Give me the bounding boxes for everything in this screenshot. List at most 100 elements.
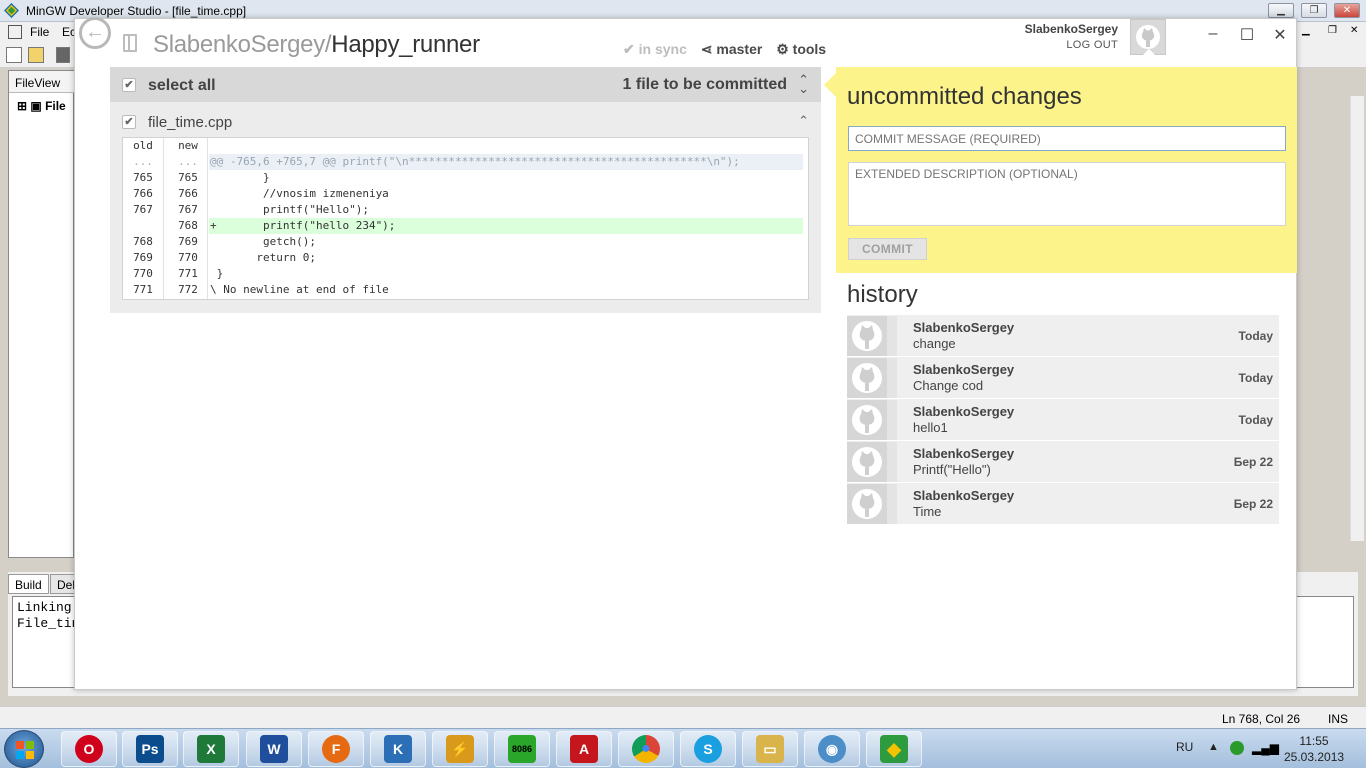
commit-button[interactable]: COMMIT <box>848 238 927 260</box>
taskbar-app-explorer[interactable]: ▭ <box>742 731 798 767</box>
diff-line-new: 769 <box>178 235 198 248</box>
history-avatar <box>847 484 887 524</box>
diff-header-new: new <box>178 139 198 152</box>
select-all-label[interactable]: select all <box>148 77 216 95</box>
history-item[interactable]: SlabenkoSergey hello1 Today <box>847 399 1279 441</box>
history-item[interactable]: SlabenkoSergey change Today <box>847 315 1279 357</box>
taskbar: O Ps X W F K ⚡ 8086 A ● S ▭ ◉ ◆ RU ▲ ▂▄▆… <box>0 728 1366 768</box>
diff-row: 767 767 printf("Hello"); <box>123 202 808 218</box>
tools-menu[interactable]: ⚙ tools <box>776 41 826 57</box>
fileview-tab[interactable]: FileView <box>9 71 75 93</box>
bg-close-button[interactable]: ✕ <box>1334 3 1360 18</box>
taskbar-app-blue[interactable]: K <box>370 731 426 767</box>
history-avatar <box>847 358 887 398</box>
gh-minimize-icon[interactable]: – <box>1203 25 1223 43</box>
history-author: SlabenkoSergey <box>913 320 1015 335</box>
diff-code: } <box>210 267 224 280</box>
mdi-doc-icon <box>8 25 22 39</box>
history-avatar-tab <box>887 316 897 356</box>
select-all-checkbox[interactable]: ✔ <box>122 78 136 92</box>
history-avatar-tab <box>887 484 897 524</box>
language-indicator[interactable]: RU <box>1176 740 1193 754</box>
user-avatar[interactable] <box>1130 19 1166 55</box>
folder-icon: ▭ <box>756 735 784 763</box>
diff-line-old: ... <box>133 155 153 168</box>
gh-close-icon[interactable]: ✕ <box>1270 25 1290 45</box>
winamp-icon: ⚡ <box>446 735 474 763</box>
taskbar-app-skype[interactable]: S <box>680 731 736 767</box>
collapse-all-icon[interactable]: ⌃ ⌄ <box>798 73 809 95</box>
save-icon[interactable] <box>56 47 70 63</box>
branch-selector[interactable]: ⋖ master <box>701 41 763 57</box>
taskbar-app-opera[interactable]: O <box>61 731 117 767</box>
select-all-bar: ✔ select all 1 file to be committed ⌃ ⌄ <box>110 67 821 102</box>
repo-name: Happy_runner <box>331 31 480 58</box>
collapse-file-icon[interactable]: ⌃ <box>798 113 809 129</box>
logout-link[interactable]: LOG OUT <box>1025 39 1118 51</box>
taskbar-app-excel[interactable]: X <box>183 731 239 767</box>
repo-owner[interactable]: SlabenkoSergey/ <box>153 31 332 58</box>
mdi-close-icon[interactable]: ✕ <box>1350 25 1358 36</box>
history-item[interactable]: SlabenkoSergey Time Бер 22 <box>847 483 1279 525</box>
start-button[interactable] <box>4 730 44 768</box>
taskbar-app-acrobat[interactable]: A <box>556 731 612 767</box>
diff-line-new: 766 <box>178 187 198 200</box>
history-date: Today <box>1238 371 1273 385</box>
open-folder-icon[interactable] <box>28 47 44 63</box>
history-message: change <box>913 336 956 351</box>
diff-line-new: 765 <box>178 171 198 184</box>
repo-title: SlabenkoSergey/Happy_runner <box>153 31 480 59</box>
github-icon: ◉ <box>818 735 846 763</box>
taskbar-app-photoshop[interactable]: Ps <box>122 731 178 767</box>
diff-row-added: 768 + printf("hello 234"); <box>123 218 808 234</box>
diff-line-old: 770 <box>133 267 153 280</box>
clock-time[interactable]: 11:55 <box>1284 734 1344 748</box>
github-window: ← SlabenkoSergey/Happy_runner ✔ in sync … <box>74 17 1297 690</box>
show-hidden-icons-icon[interactable]: ▲ <box>1208 741 1219 753</box>
taskbar-app-firefox[interactable]: F <box>308 731 364 767</box>
diff-code: printf("Hello"); <box>210 203 369 216</box>
taskbar-app-chrome[interactable]: ● <box>618 731 674 767</box>
taskbar-app-emu8086[interactable]: 8086 <box>494 731 550 767</box>
chrome-icon: ● <box>632 735 660 763</box>
diff-line-new: 771 <box>178 267 198 280</box>
bg-editor-scrollbar[interactable] <box>1350 96 1364 541</box>
bg-maximize-button[interactable]: ❐ <box>1301 3 1327 18</box>
fileview-node[interactable]: ⊞ ▣ File <box>17 99 66 113</box>
sync-label: in sync <box>638 41 687 57</box>
history-author: SlabenkoSergey <box>913 362 1015 377</box>
gh-maximize-icon[interactable]: ☐ <box>1237 25 1257 45</box>
branch-icon: ⋖ <box>700 41 713 57</box>
branch-label: master <box>716 41 763 57</box>
security-shield-icon[interactable] <box>1230 741 1244 755</box>
taskbar-app-word[interactable]: W <box>246 731 302 767</box>
history-item[interactable]: SlabenkoSergey Printf("Hello") Бер 22 <box>847 441 1279 483</box>
history-item[interactable]: SlabenkoSergey Change cod Today <box>847 357 1279 399</box>
commit-description-input[interactable] <box>848 162 1286 226</box>
mdi-minimize-icon[interactable]: ▁ <box>1302 25 1310 36</box>
history-list: SlabenkoSergey change Today SlabenkoSergey… <box>847 315 1279 525</box>
taskbar-app-github[interactable]: ◉ <box>804 731 860 767</box>
taskbar-app-mingw[interactable]: ◆ <box>866 731 922 767</box>
clock-date[interactable]: 25.03.2013 <box>1284 750 1344 764</box>
bg-minimize-button[interactable]: ▁ <box>1268 3 1294 18</box>
menu-file[interactable]: File <box>30 25 49 39</box>
diff-line-new: ... <box>178 155 198 168</box>
tab-build[interactable]: Build <box>8 574 49 594</box>
commit-message-input[interactable] <box>848 126 1286 151</box>
file-name[interactable]: file_time.cpp <box>148 114 232 131</box>
uncommitted-panel: uncommitted changes COMMIT <box>824 67 1297 273</box>
diff-row: 766 766 //vnosim izmeneniya <box>123 186 808 202</box>
mdi-restore-icon[interactable]: ❐ <box>1328 25 1337 36</box>
network-signal-icon[interactable]: ▂▄▆ <box>1252 741 1279 755</box>
back-arrow-icon[interactable]: ← <box>79 17 111 49</box>
taskbar-app-winamp[interactable]: ⚡ <box>432 731 488 767</box>
file-checkbox[interactable]: ✔ <box>122 115 136 129</box>
sync-status[interactable]: ✔ in sync <box>623 41 687 57</box>
photoshop-icon: Ps <box>136 735 164 763</box>
user-info: SlabenkoSergey LOG OUT <box>1025 22 1118 51</box>
status-insert-mode: INS <box>1328 712 1349 726</box>
diff-row: 771 772 \ No newline at end of file <box>123 282 808 298</box>
octocat-icon <box>852 405 882 435</box>
new-file-icon[interactable] <box>6 47 22 63</box>
